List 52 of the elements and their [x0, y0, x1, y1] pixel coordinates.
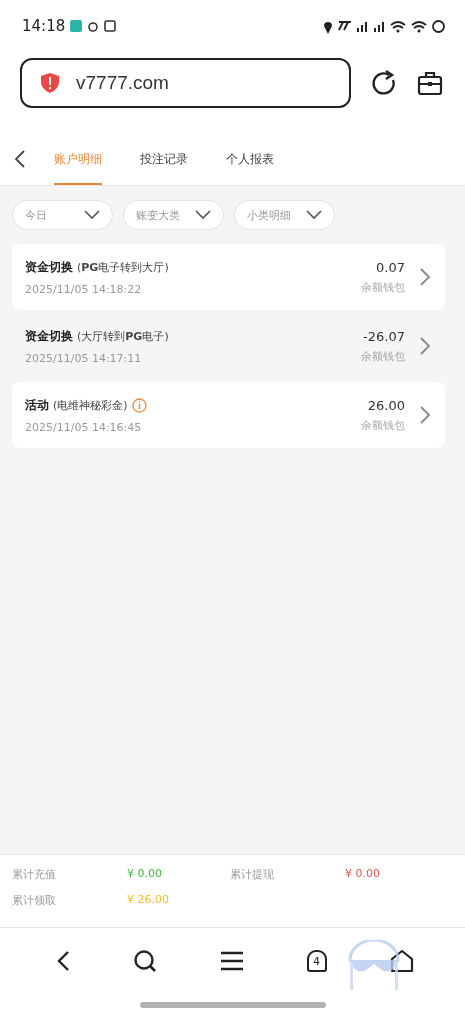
record-amount: -26.07: [363, 328, 405, 344]
address-field[interactable]: v7777.com: [20, 58, 351, 108]
record-time: 2025/11/05 14:16:45: [25, 420, 143, 434]
record-amount: 0.07: [376, 259, 405, 275]
toolbox-icon[interactable]: [417, 70, 443, 96]
battery-ring-icon: [432, 19, 445, 33]
chevron-down-icon: [84, 210, 100, 220]
shield-warning-icon: [40, 72, 60, 94]
record-time: 2025/11/05 14:18:22: [25, 282, 143, 296]
summary-label: 累计充值: [12, 867, 57, 883]
app-notification-icon: [104, 20, 117, 32]
chevron-right-icon: [419, 336, 431, 356]
wifi-icon: [411, 19, 427, 33]
search-icon[interactable]: [132, 949, 157, 973]
app-notification-icon: [70, 20, 83, 32]
chevron-right-icon: [419, 267, 431, 287]
wallet-label: 余额钱包: [361, 348, 405, 364]
chevron-right-icon: [419, 405, 431, 425]
tabs-button[interactable]: 4: [306, 950, 327, 972]
chevron-down-icon: [195, 210, 211, 220]
back-icon[interactable]: [55, 950, 70, 972]
record-row[interactable]: 资金切换 (大厅转到PG电子) 2025/11/05 14:17:11 -26.07 余额钱包: [12, 313, 445, 379]
reload-icon[interactable]: [371, 70, 397, 96]
back-icon[interactable]: [14, 149, 26, 169]
info-icon[interactable]: [131, 397, 147, 413]
record-title: 资金切换: [25, 327, 73, 345]
summary-value: ¥ 0.00: [345, 867, 381, 882]
wifi-icon: [390, 19, 406, 33]
record-row[interactable]: 资金切换 (PG电子转到大厅) 2025/11/05 14:18:22 0.07 余额钱包: [12, 244, 445, 310]
summary-value: ¥ 0.00: [127, 867, 163, 882]
summary-label: 累计提现: [230, 867, 275, 883]
record-title: 活动: [25, 396, 49, 414]
signal-icon: [373, 20, 385, 32]
status-time: 14:18: [22, 17, 66, 35]
wallet-label: 余额钱包: [361, 417, 405, 433]
menu-icon[interactable]: [219, 951, 244, 971]
record-title: 资金切换: [25, 258, 73, 276]
tab[interactable]: 个人报表: [226, 133, 274, 185]
record-detail: (大厅转到PG电子): [77, 328, 169, 344]
record-amount: 26.00: [367, 397, 405, 413]
signal-icon: [356, 20, 368, 32]
app-status-icon: [338, 21, 351, 31]
record-time: 2025/11/05 14:17:11: [25, 351, 143, 365]
summary-label: 累计领取: [12, 893, 57, 909]
chevron-down-icon: [306, 210, 322, 220]
record-row[interactable]: 活动 (电维神秘彩金) 2025/11/05 14:16:45 26.00 余额钱包: [12, 382, 445, 448]
home-icon[interactable]: [389, 949, 414, 973]
record-detail: (电维神秘彩金): [53, 397, 128, 413]
wallet-label: 余额钱包: [361, 279, 405, 295]
record-detail: (PG电子转到大厅): [77, 259, 169, 275]
summary-value: ¥ 26.00: [127, 893, 170, 908]
tab[interactable]: 投注记录: [140, 133, 188, 185]
